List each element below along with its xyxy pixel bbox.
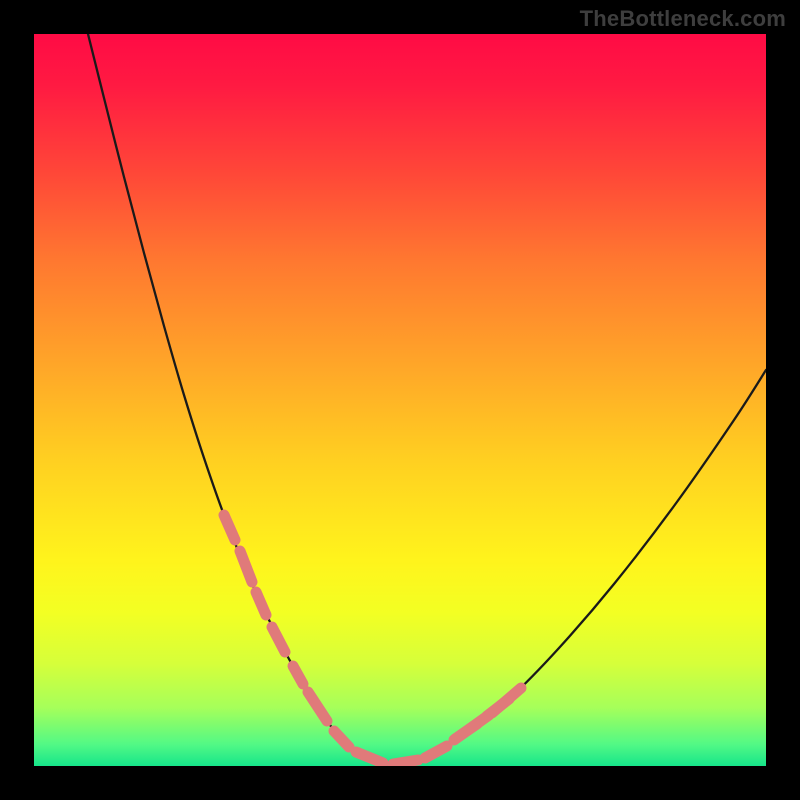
highlight-dash (256, 592, 266, 615)
bottleneck-curve (88, 34, 766, 764)
highlight-dash (240, 551, 252, 582)
highlight-dash (487, 699, 509, 716)
highlight-dash (393, 760, 418, 764)
watermark-text: TheBottleneck.com (580, 6, 786, 32)
outer-frame: TheBottleneck.com (0, 0, 800, 800)
plot-area (34, 34, 766, 766)
highlight-dash (308, 692, 327, 721)
highlight-dash (425, 746, 447, 758)
highlight-dash (272, 627, 285, 652)
curve-layer (34, 34, 766, 766)
highlight-dash (356, 752, 383, 763)
highlight-dash (293, 666, 303, 684)
highlight-dash (334, 731, 349, 747)
highlight-dash (224, 515, 235, 540)
highlight-segments (224, 515, 521, 764)
